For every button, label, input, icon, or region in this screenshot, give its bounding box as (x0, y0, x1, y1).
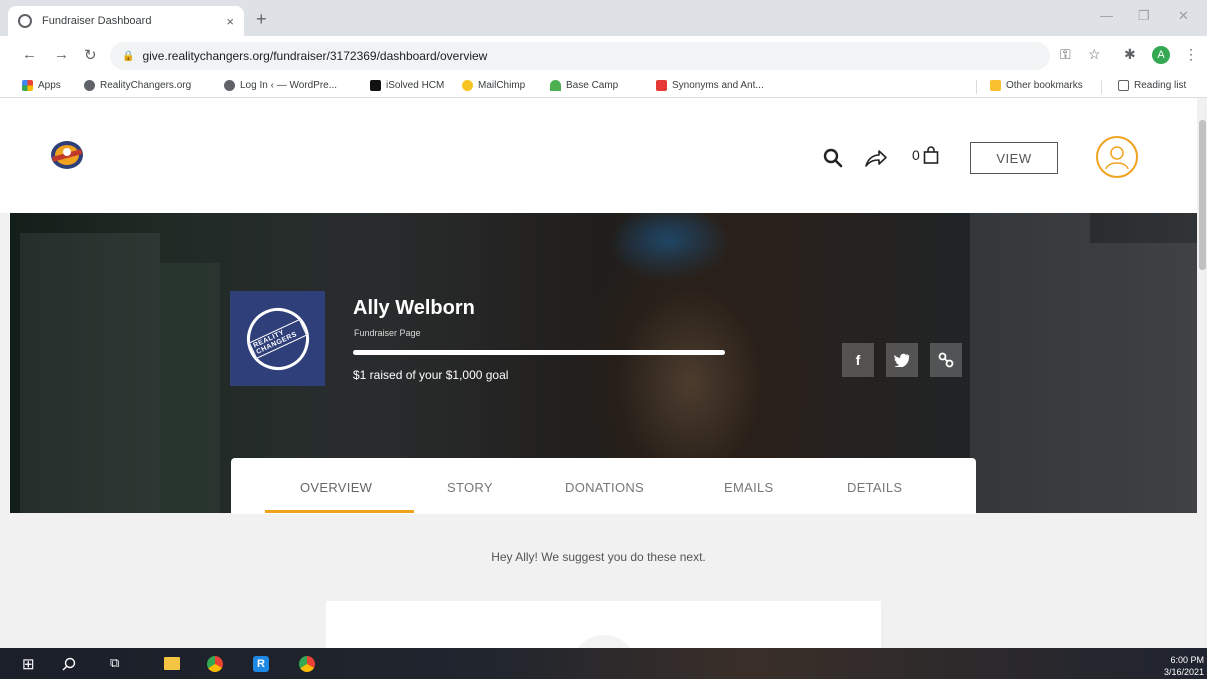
bookmark-apps[interactable]: Apps (22, 80, 61, 91)
goal-progress-fill (353, 350, 725, 355)
bookmark-synonyms[interactable]: Synonyms and Ant... (656, 80, 764, 91)
system-clock[interactable]: 6:00 PM 3/16/2021 (1148, 654, 1204, 678)
cart-count: 0 (912, 147, 920, 163)
fundraiser-profile-image: REALITY CHANGERS (230, 291, 325, 386)
address-bar[interactable]: 🔒 give.realitychangers.org/fundraiser/31… (110, 42, 1050, 70)
facebook-icon: f (855, 352, 861, 368)
other-bookmarks[interactable]: Other bookmarks (990, 80, 1083, 91)
suggestion-card[interactable] (326, 601, 881, 648)
close-tab-icon[interactable]: × (226, 14, 234, 29)
site-icon (84, 80, 95, 91)
chrome-icon[interactable] (299, 656, 315, 672)
windows-taskbar: ⊞ ⧉ R (0, 648, 1207, 679)
suggestion-text: Hey Ally! We suggest you do these next. (491, 550, 706, 564)
key-icon[interactable]: ⚿ (1060, 46, 1071, 63)
fundraiser-subtitle: Fundraiser Page (354, 328, 421, 338)
tab-story[interactable]: STORY (447, 480, 493, 495)
bookmark-basecamp[interactable]: Base Camp (550, 80, 618, 91)
tab-details[interactable]: DETAILS (847, 480, 902, 495)
tab-strip: Fundraiser Dashboard × + — ❐ ✕ (0, 0, 1207, 36)
copy-link-button[interactable] (930, 343, 962, 377)
user-avatar[interactable] (1096, 136, 1138, 178)
browser-toolbar: ← → ↻ 🔒 give.realitychangers.org/fundrai… (0, 36, 1207, 76)
bookmark-mailchimp[interactable]: MailChimp (462, 80, 525, 91)
menu-dots-icon[interactable]: ⋮ (1184, 46, 1198, 63)
user-icon (1105, 146, 1129, 170)
card-icon-circle (572, 635, 636, 648)
synonyms-icon (656, 80, 667, 91)
bookmark-realitychangers[interactable]: RealityChangers.org (84, 80, 191, 91)
tab-title: Fundraiser Dashboard (42, 15, 152, 27)
reload-icon[interactable]: ↻ (84, 46, 97, 64)
bookmark-wordpress[interactable]: Log In ‹ — WordPre... (224, 80, 337, 91)
star-icon[interactable]: ☆ (1088, 46, 1101, 63)
url-text: give.realitychangers.org/fundraiser/3172… (142, 49, 488, 63)
folder-icon (990, 80, 1001, 91)
tab-emails[interactable]: EMAILS (724, 480, 773, 495)
dashboard-tabs: OVERVIEW STORY DONATIONS EMAILS DETAILS (231, 458, 976, 514)
facebook-share-button[interactable]: f (842, 343, 874, 377)
restore-icon[interactable]: ❐ (1138, 8, 1150, 24)
app-r-icon[interactable]: R (253, 656, 269, 672)
reality-changers-seal: REALITY CHANGERS (236, 297, 319, 380)
fundraiser-name: Ally Welborn (353, 297, 475, 319)
basecamp-icon (550, 80, 561, 91)
minimize-icon[interactable]: — (1100, 8, 1113, 23)
clock-date: 3/16/2021 (1163, 667, 1204, 677)
reality-changers-logo[interactable] (48, 138, 86, 172)
isolved-icon (370, 80, 381, 91)
browser-tab[interactable]: Fundraiser Dashboard × (8, 6, 244, 36)
close-window-icon[interactable]: ✕ (1178, 8, 1189, 24)
bookmarks-bar: Apps RealityChangers.org Log In ‹ — Word… (0, 76, 1207, 98)
site-header: 0 VIEW (0, 98, 1197, 213)
goal-progress-bar (353, 350, 725, 355)
forward-arrow-icon[interactable]: → (54, 46, 69, 63)
reading-list[interactable]: Reading list (1118, 80, 1186, 91)
clock-time: 6:00 PM (1170, 655, 1204, 665)
extensions-icon[interactable]: ✱ (1124, 46, 1136, 63)
tab-overview[interactable]: OVERVIEW (300, 480, 372, 495)
globe-icon (18, 14, 32, 28)
view-button[interactable]: VIEW (970, 142, 1058, 174)
site-icon (224, 80, 235, 91)
tab-donations[interactable]: DONATIONS (565, 480, 644, 495)
back-arrow-icon[interactable]: ← (22, 46, 37, 63)
search-icon[interactable] (62, 657, 76, 671)
shopping-bag-icon (923, 146, 939, 164)
cart-button[interactable]: 0 (912, 146, 939, 164)
windows-start-icon[interactable]: ⊞ (22, 655, 35, 673)
lock-icon: 🔒 (122, 50, 135, 62)
active-tab-indicator (265, 510, 414, 513)
page-viewport: 0 VIEW REALITY CHANGERS Ally Welborn Fun… (0, 98, 1197, 648)
apps-grid-icon (22, 80, 33, 91)
file-explorer-icon[interactable] (164, 657, 180, 670)
bookmark-divider (1101, 80, 1102, 94)
goal-text: $1 raised of your $1,000 goal (353, 368, 509, 382)
profile-avatar[interactable]: A (1152, 46, 1170, 64)
chrome-icon[interactable] (207, 656, 223, 672)
twitter-icon (894, 353, 910, 367)
share-icon[interactable] (864, 148, 888, 168)
search-icon[interactable] (823, 148, 843, 168)
reading-list-icon (1118, 80, 1129, 91)
link-icon (938, 352, 954, 368)
task-view-icon[interactable]: ⧉ (110, 655, 119, 671)
bookmark-isolved[interactable]: iSolved HCM (370, 80, 444, 91)
scrollbar-thumb[interactable] (1199, 120, 1206, 270)
bookmark-divider (976, 80, 977, 94)
mailchimp-icon (462, 80, 473, 91)
new-tab-button[interactable]: + (256, 9, 267, 30)
twitter-share-button[interactable] (886, 343, 918, 377)
